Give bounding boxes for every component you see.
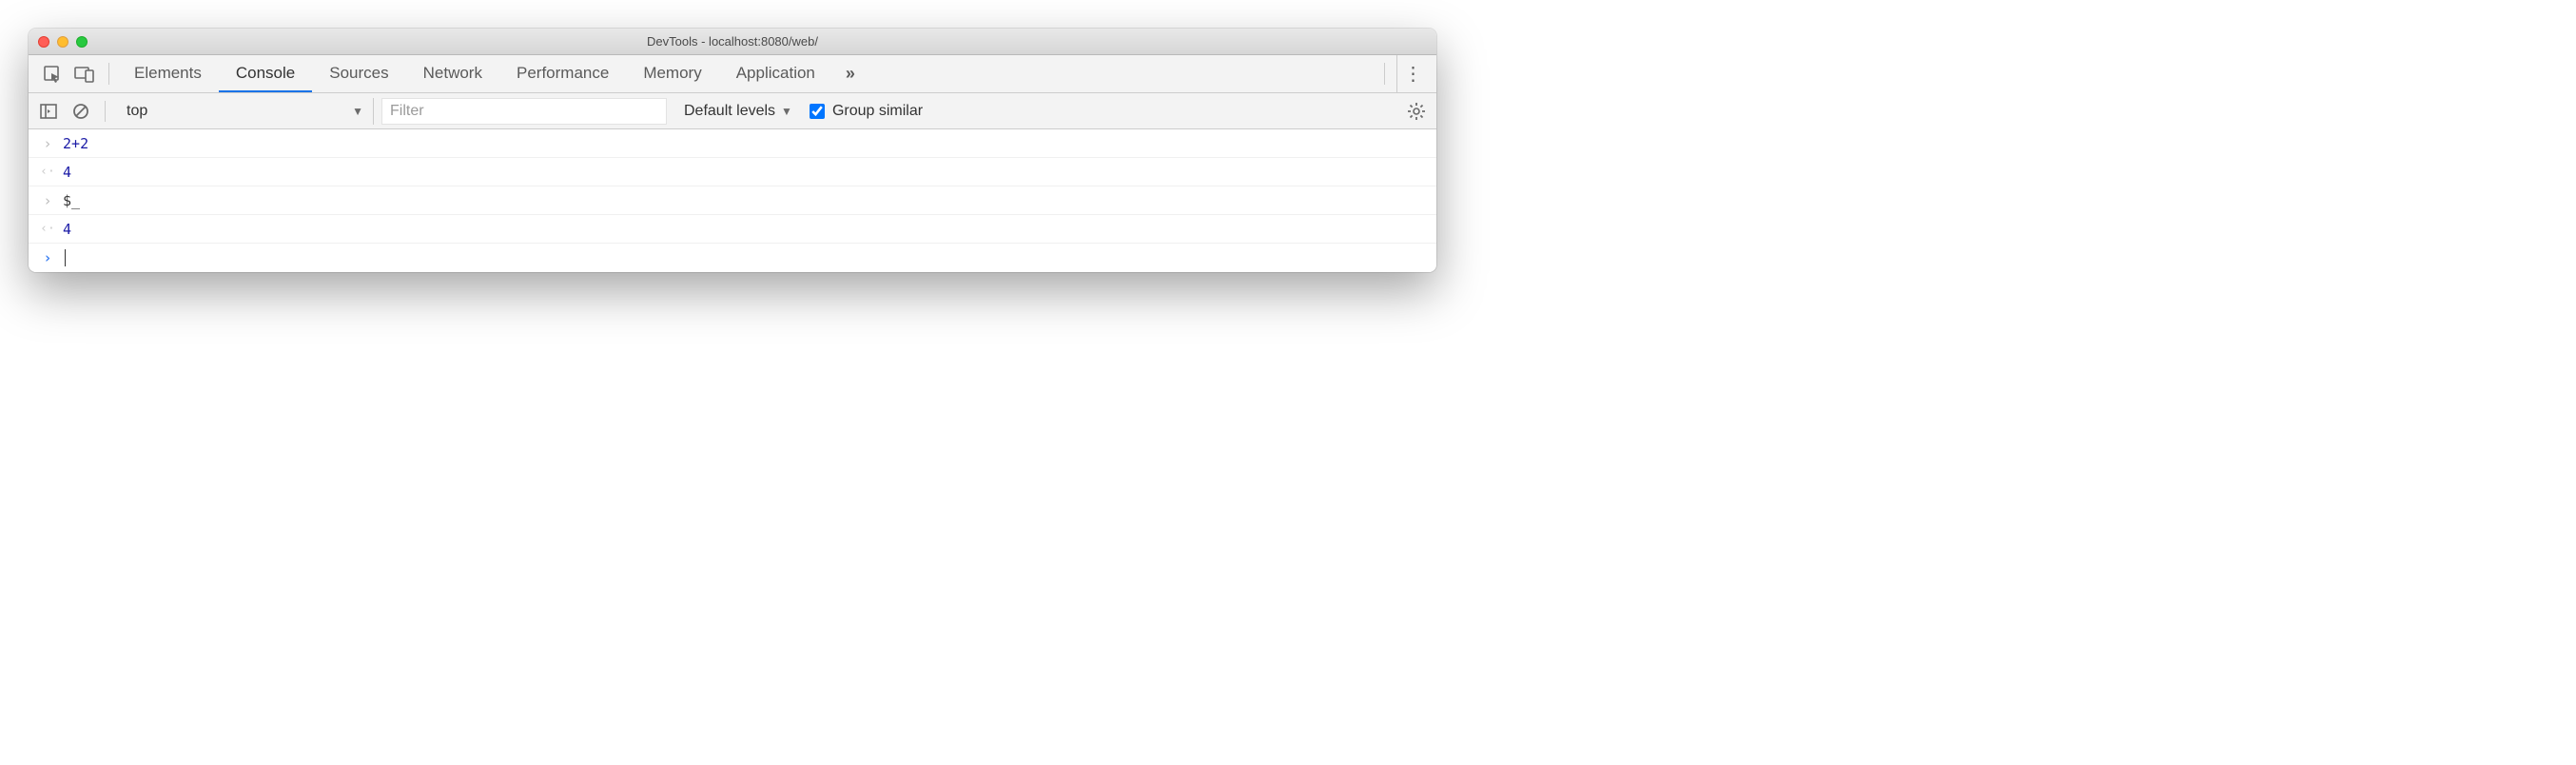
input-marker-icon: › [38, 135, 57, 152]
devtools-window: DevTools - localhost:8080/web/ ElementsC… [29, 29, 1436, 272]
tab-elements[interactable]: Elements [117, 55, 219, 92]
tab-memory[interactable]: Memory [626, 55, 718, 92]
prompt-icon: › [38, 249, 57, 266]
chevron-down-icon: ▼ [352, 105, 363, 118]
clear-console-icon[interactable] [68, 99, 93, 124]
execution-context-select[interactable]: top ▼ [117, 98, 374, 125]
device-toolbar-icon[interactable] [68, 55, 101, 92]
toolbar-separator [108, 63, 109, 85]
inspect-element-icon[interactable] [36, 55, 68, 92]
more-tabs-button[interactable]: » [832, 55, 868, 92]
filter-input[interactable] [381, 98, 667, 125]
console-prompt-row[interactable]: › [29, 244, 1436, 272]
console-settings-icon[interactable] [1404, 99, 1429, 124]
tab-console[interactable]: Console [219, 55, 312, 92]
input-marker-icon: › [38, 192, 57, 209]
code-content: $_ [57, 192, 80, 209]
console-messages[interactable]: ›2+2‹·4›$_‹·4 › [29, 129, 1436, 272]
console-input-row: ›$_ [29, 186, 1436, 215]
window-titlebar: DevTools - localhost:8080/web/ [29, 29, 1436, 55]
window-title: DevTools - localhost:8080/web/ [29, 34, 1436, 49]
code-content: 4 [57, 164, 71, 181]
log-levels-label: Default levels [684, 103, 775, 120]
tab-network[interactable]: Network [406, 55, 499, 92]
code-content: 4 [57, 221, 71, 238]
show-console-sidebar-icon[interactable] [36, 99, 61, 124]
log-levels-select[interactable]: Default levels ▼ [674, 103, 802, 120]
tab-sources[interactable]: Sources [312, 55, 405, 92]
console-prompt-input[interactable] [57, 249, 66, 267]
group-similar-checkbox[interactable] [810, 104, 825, 119]
tab-application[interactable]: Application [719, 55, 832, 92]
main-toolbar: ElementsConsoleSourcesNetworkPerformance… [29, 55, 1436, 93]
group-similar-toggle[interactable]: Group similar [810, 103, 923, 120]
console-output-row: ‹·4 [29, 158, 1436, 186]
output-marker-icon: ‹· [38, 165, 57, 179]
output-marker-icon: ‹· [38, 222, 57, 236]
console-input-row: ›2+2 [29, 129, 1436, 158]
panel-tabs: ElementsConsoleSourcesNetworkPerformance… [117, 55, 832, 92]
execution-context-label: top [127, 103, 147, 120]
code-content: 2+2 [57, 135, 88, 152]
console-toolbar: top ▼ Default levels ▼ Group similar [29, 93, 1436, 129]
devtools-menu-icon[interactable]: ⋮ [1396, 55, 1429, 92]
toolbar-separator [105, 101, 106, 122]
chevron-down-icon: ▼ [781, 105, 792, 118]
group-similar-label: Group similar [832, 103, 923, 120]
tab-performance[interactable]: Performance [499, 55, 626, 92]
toolbar-separator [1384, 63, 1385, 85]
console-output-row: ‹·4 [29, 215, 1436, 244]
